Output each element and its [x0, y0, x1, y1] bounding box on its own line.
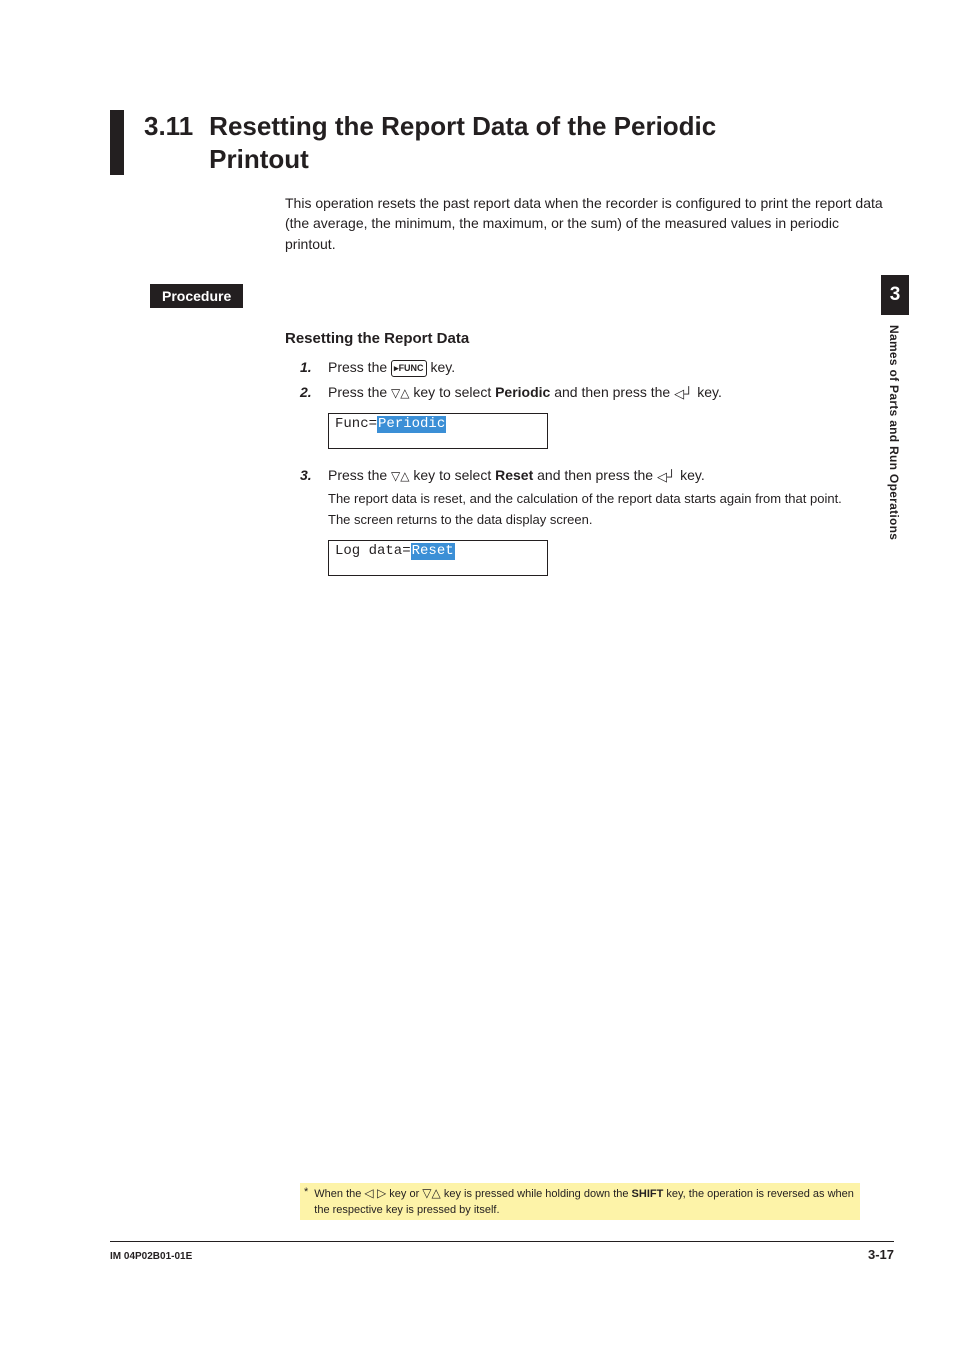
- intro-paragraph: This operation resets the past report da…: [285, 193, 885, 254]
- func-label: FUNC: [399, 363, 424, 373]
- text: and then press the: [550, 384, 674, 400]
- step-1: 1. Press the ▸FUNC key.: [300, 357, 894, 378]
- bold-text: Periodic: [495, 384, 550, 400]
- lcd-selection: Reset: [411, 543, 455, 560]
- text: key or: [386, 1188, 422, 1200]
- bold-text: Reset: [495, 467, 533, 483]
- lcd-prefix: Log data=: [335, 543, 411, 560]
- procedure-label: Procedure: [150, 284, 243, 308]
- down-up-key-icon: ▽△: [422, 1186, 440, 1200]
- footnote-star-icon: *: [304, 1185, 308, 1218]
- text: When the: [314, 1188, 364, 1200]
- section-number: 3.11: [144, 110, 193, 143]
- footer-page-number: 3-17: [868, 1247, 894, 1262]
- step-number: 1.: [300, 357, 328, 378]
- text: and then press the: [533, 467, 657, 483]
- text: key.: [693, 384, 722, 400]
- text: Press the: [328, 384, 391, 400]
- side-tab: 3 Names of Parts and Run Operations: [881, 275, 909, 540]
- lcd-selection: Periodic: [377, 416, 446, 433]
- text: Press the: [328, 467, 391, 483]
- bold-text: SHIFT: [632, 1188, 664, 1200]
- step-subtext: The report data is reset, and the calcul…: [328, 489, 894, 509]
- step-text: Press the ▽△ key to select Reset and the…: [328, 465, 894, 530]
- down-up-key-icon: ▽△: [391, 469, 409, 483]
- chapter-name-vertical: Names of Parts and Run Operations: [887, 325, 901, 540]
- text: key to select: [410, 384, 496, 400]
- footer-rule: [110, 1241, 894, 1242]
- down-up-key-icon: ▽△: [391, 386, 409, 400]
- footnote: * When the ◁ ▷ key or ▽△ key is pressed …: [300, 1183, 860, 1220]
- lcd-prefix: Func=: [335, 416, 377, 433]
- text: key is pressed while holding down the: [441, 1188, 632, 1200]
- heading-bar-icon: [110, 110, 124, 175]
- step-text: Press the ▸FUNC key.: [328, 357, 894, 378]
- lcd-display-1: Func=Periodic: [328, 413, 548, 449]
- step-subtext: The screen returns to the data display s…: [328, 510, 894, 530]
- enter-key-icon: ◁┘: [674, 386, 693, 401]
- step-text: Press the ▽△ key to select Periodic and …: [328, 382, 894, 404]
- footer-doc-id: IM 04P02B01-01E: [110, 1251, 192, 1262]
- step-2: 2. Press the ▽△ key to select Periodic a…: [300, 382, 894, 404]
- text: key to select: [410, 467, 496, 483]
- footnote-text: When the ◁ ▷ key or ▽△ key is pressed wh…: [314, 1185, 856, 1218]
- text: key.: [427, 359, 456, 375]
- func-key-icon: ▸FUNC: [391, 360, 427, 378]
- section-heading: 3.11 Resetting the Report Data of the Pe…: [110, 110, 894, 175]
- section-title: Resetting the Report Data of the Periodi…: [209, 110, 809, 175]
- procedure-subheading: Resetting the Report Data: [285, 330, 894, 347]
- step-number: 2.: [300, 382, 328, 404]
- step-3: 3. Press the ▽△ key to select Reset and …: [300, 465, 894, 530]
- chapter-number-tab: 3: [881, 275, 909, 315]
- lcd-display-2: Log data=Reset: [328, 540, 548, 576]
- enter-key-icon: ◁┘: [657, 469, 676, 484]
- text: key.: [676, 467, 705, 483]
- left-right-key-icon: ◁ ▷: [364, 1186, 386, 1200]
- text: Press the: [328, 359, 391, 375]
- step-number: 3.: [300, 465, 328, 530]
